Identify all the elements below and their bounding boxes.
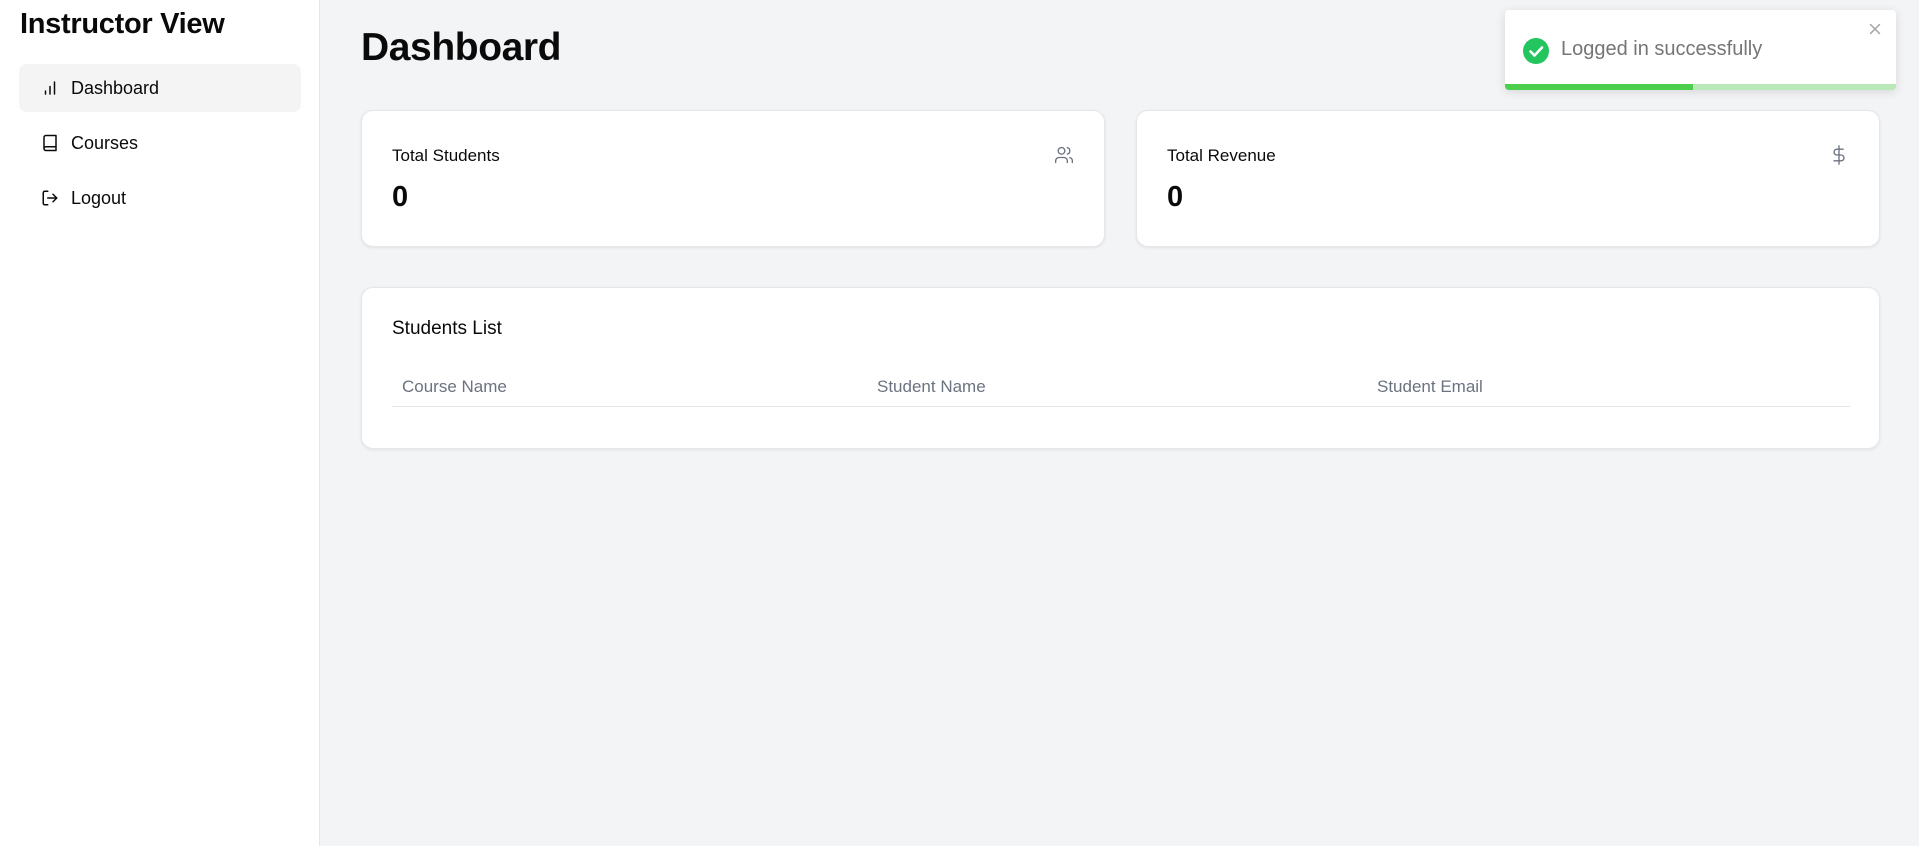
total-revenue-card: Total Revenue 0: [1136, 110, 1880, 247]
students-list-card: Students List Course Name Student Name S…: [361, 287, 1880, 449]
stat-label: Total Revenue: [1167, 146, 1276, 165]
main-content: Dashboard Total Students 0 Total Revenue…: [320, 0, 1919, 846]
students-table-header: Course Name Student Name Student Email: [392, 367, 1850, 407]
success-toast: Logged in successfully: [1505, 10, 1896, 90]
close-icon[interactable]: [1866, 20, 1884, 38]
sidebar-item-logout[interactable]: Logout: [19, 174, 301, 222]
toast-progress-bar: [1505, 84, 1693, 90]
sidebar: Instructor View Dashboard Courses Logout: [0, 0, 320, 846]
check-circle-icon: [1523, 38, 1549, 64]
sidebar-item-label: Dashboard: [71, 77, 160, 98]
toast-message: Logged in successfully: [1561, 38, 1763, 60]
users-icon: [1054, 145, 1074, 165]
bar-chart-icon: [41, 79, 59, 97]
sidebar-item-label: Courses: [71, 132, 139, 153]
stat-value: 0: [392, 181, 409, 213]
sidebar-item-dashboard[interactable]: Dashboard: [19, 64, 301, 112]
stat-label: Total Students: [392, 146, 500, 165]
students-list-title: Students List: [392, 318, 502, 339]
logout-icon: [41, 189, 59, 207]
sidebar-item-courses[interactable]: Courses: [19, 119, 301, 167]
app-title: Instructor View: [20, 8, 225, 40]
page-title: Dashboard: [361, 26, 562, 69]
book-icon: [41, 134, 59, 152]
column-header-student-name: Student Name: [877, 377, 986, 396]
sidebar-nav: Dashboard Courses Logout: [19, 64, 301, 229]
sidebar-item-label: Logout: [71, 187, 127, 208]
column-header-course-name: Course Name: [402, 377, 507, 396]
dollar-icon: [1829, 145, 1849, 165]
toast-progress-track: [1505, 84, 1896, 90]
total-students-card: Total Students 0: [361, 110, 1105, 247]
stat-value: 0: [1167, 181, 1184, 213]
column-header-student-email: Student Email: [1377, 377, 1483, 396]
